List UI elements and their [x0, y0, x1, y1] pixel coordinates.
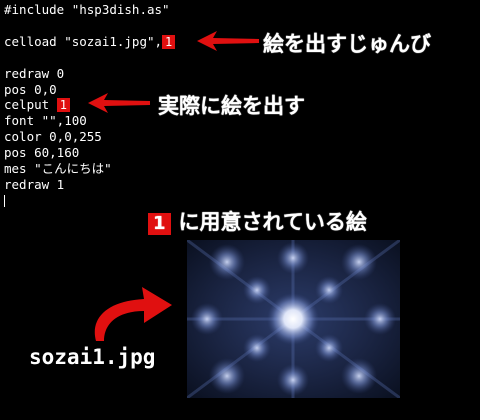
light-burst-image [187, 240, 400, 398]
code-line-color: color 0,0,255 [4, 129, 102, 144]
prepared-heading: 1 に用意されている絵 [148, 206, 367, 236]
celput-text: celput [4, 97, 57, 112]
sozai-image [187, 240, 400, 398]
celload-text: celload "sozai1.jpg", [4, 34, 163, 49]
code-line-mes: mes "こんにちは" [4, 161, 112, 176]
code-line-celput: celput 1 [4, 97, 70, 113]
draw-callout: 実際に絵を出す [158, 94, 305, 118]
buffer-id-badge: 1 [162, 35, 176, 49]
filename-label: sozai1.jpg [29, 345, 156, 369]
load-callout: 絵を出すじゅんび [263, 32, 431, 56]
prepared-label: に用意されている絵 [178, 210, 367, 234]
text-cursor[interactable] [4, 195, 5, 207]
code-line-font: font "",100 [4, 113, 87, 128]
code-line-include: #include "hsp3dish.as" [4, 2, 170, 17]
code-line-redraw1: redraw 1 [4, 177, 65, 192]
arrow-left-icon [197, 31, 259, 51]
code-line-pos2: pos 60,160 [4, 145, 80, 160]
buffer-id-badge: 1 [56, 98, 70, 112]
code-line-pos: pos 0,0 [4, 82, 57, 97]
code-line-redraw0: redraw 0 [4, 66, 65, 81]
arrow-left-icon [88, 93, 150, 113]
buffer-id-badge: 1 [148, 213, 171, 235]
code-line-celload: celload "sozai1.jpg", 1 [4, 34, 176, 50]
curved-arrow-icon [94, 287, 172, 341]
